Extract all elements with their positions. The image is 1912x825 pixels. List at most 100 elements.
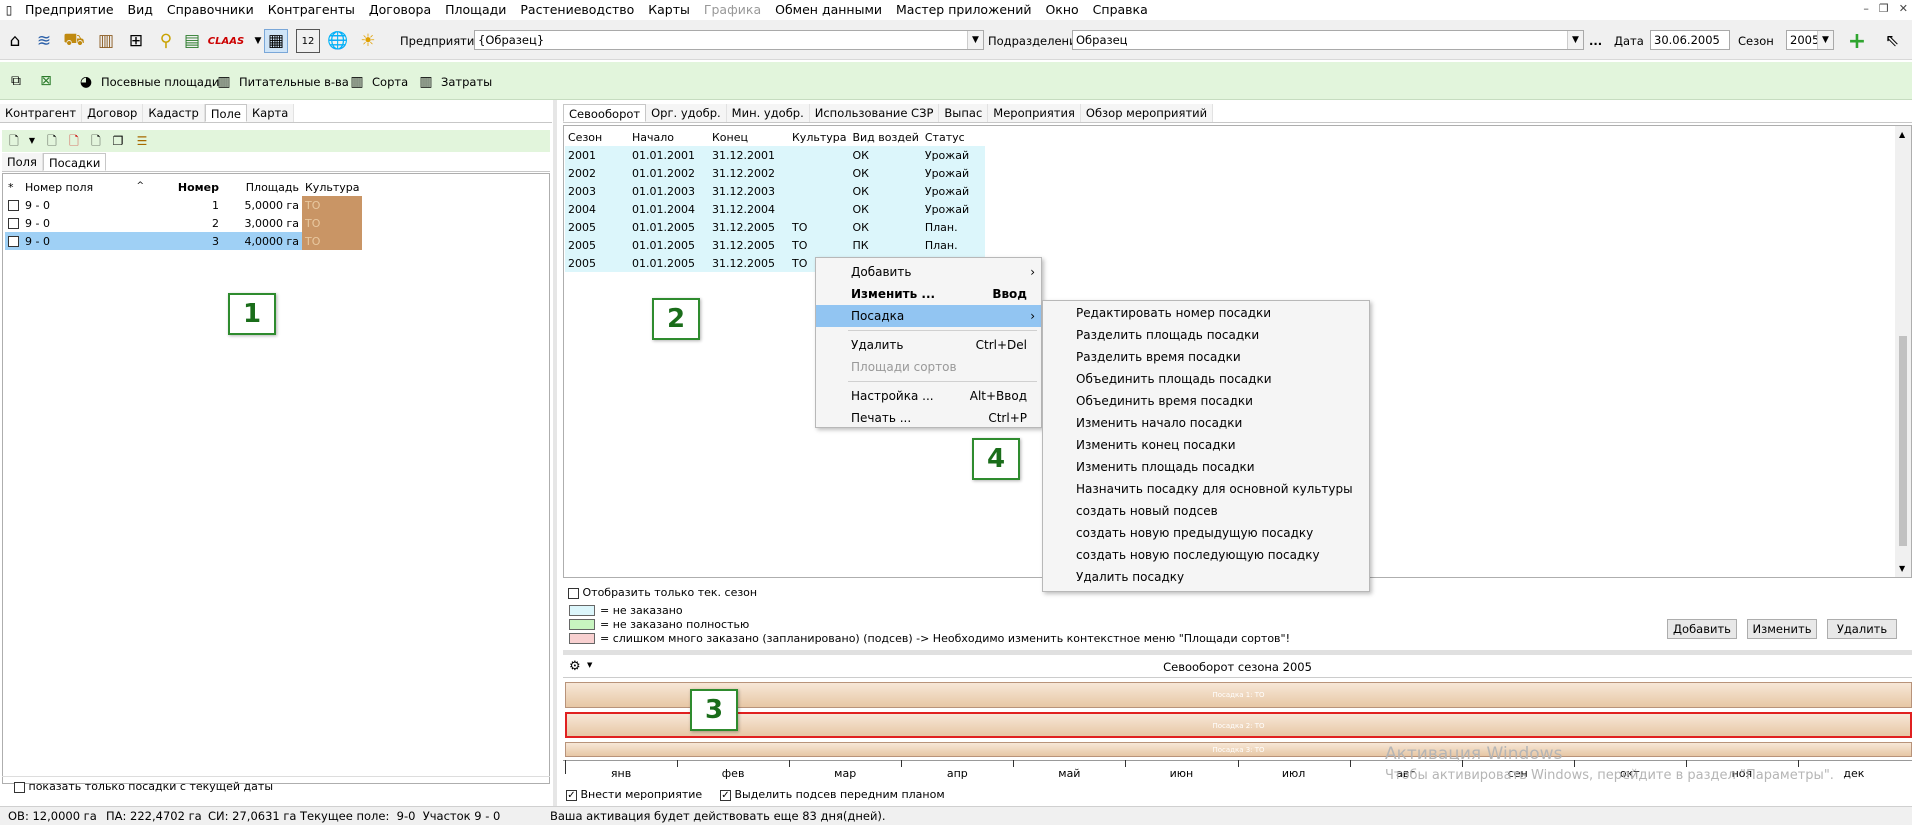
menu-contracts[interactable]: Договора [362, 0, 438, 20]
weather-icon[interactable]: ☀ [356, 29, 380, 53]
menu-window[interactable]: Окно [1038, 0, 1085, 20]
chevron-down-icon[interactable]: ▼ [1567, 31, 1583, 49]
menu-maps[interactable]: Карты [641, 0, 697, 20]
submenu-change-area[interactable]: Изменить площадь посадки [1043, 456, 1369, 478]
submenu-split-area[interactable]: Разделить площадь посадки [1043, 324, 1369, 346]
copy-document-icon[interactable]: 🗋 [44, 133, 60, 149]
tab-contract[interactable]: Договор [82, 104, 144, 122]
close-icon[interactable]: ✕ [1899, 2, 1908, 15]
brand-logo-icon[interactable]: CLAAS [208, 29, 244, 53]
plus-icon[interactable]: + [1845, 29, 1869, 54]
submenu-assign-main-crop[interactable]: Назначить посадку для основной культуры [1043, 478, 1369, 500]
menu-app-wizard[interactable]: Мастер приложений [889, 0, 1038, 20]
highlight-undersowing-checkbox[interactable]: Выделить подсев передним планом [720, 788, 945, 801]
submenu-delete-planting[interactable]: Удалить посадку [1043, 566, 1369, 588]
menu-crop-growing[interactable]: Растениеводство [513, 0, 641, 20]
silo-icon[interactable]: ▥ [94, 29, 118, 53]
column-header-number[interactable]: Номер [147, 178, 222, 196]
submenu-new-next[interactable]: создать новую последующую посадку [1043, 544, 1369, 566]
sown-areas-button[interactable]: ◕ Посевные площади [76, 70, 220, 94]
menu-view[interactable]: Вид [121, 0, 160, 20]
column-header-end[interactable]: Конец [709, 128, 789, 146]
add-button[interactable]: Добавить [1667, 619, 1737, 639]
timeline-bar-planting-3[interactable]: Посадка 3: ТО [565, 742, 1912, 757]
nutrients-button[interactable]: ▥ Питательные в-ва [214, 70, 348, 94]
row-checkbox[interactable] [5, 232, 22, 250]
layers-icon[interactable]: ≋ [32, 29, 56, 53]
column-header-impact-type[interactable]: Вид воздей [849, 128, 921, 146]
row-checkbox[interactable] [5, 196, 22, 214]
subtab-fields[interactable]: Поля [2, 153, 43, 171]
menu-areas[interactable]: Площади [438, 0, 513, 20]
wheat-icon[interactable]: ⚲ [154, 29, 178, 53]
row-checkbox[interactable] [5, 214, 22, 232]
window-tile-icon[interactable]: ⧉ [4, 69, 28, 93]
table-row[interactable]: 2004 01.01.2004 31.12.2004 ОК Урожай [565, 200, 985, 218]
submenu-merge-time[interactable]: Объединить время посадки [1043, 390, 1369, 412]
more-button[interactable]: ... [1589, 33, 1602, 49]
tractor-icon[interactable]: ⛟ [62, 29, 86, 53]
table-row[interactable]: 2002 01.01.2002 31.12.2002 ОК Урожай [565, 164, 985, 182]
edit-document-icon[interactable]: 🗋 [88, 133, 104, 149]
enterprise-select[interactable]: {Образец} ▼ [474, 30, 984, 50]
excel-icon[interactable]: ⊠ [34, 69, 58, 93]
tab-mineral-fertilizer[interactable]: Мин. удобр. [726, 104, 810, 122]
column-header-field-number[interactable]: Номер поля ^ [22, 178, 147, 196]
vertical-scrollbar[interactable]: ▲ ▼ [1895, 126, 1911, 577]
costs-button[interactable]: ▥ Затраты [416, 70, 492, 94]
menu-graphics[interactable]: Графика [697, 0, 768, 20]
menu-help[interactable]: Справка [1086, 0, 1155, 20]
menu-data-exchange[interactable]: Обмен данными [768, 0, 889, 20]
column-header-area[interactable]: Площадь [222, 178, 302, 196]
tab-field[interactable]: Поле [204, 104, 247, 122]
subtab-plantings[interactable]: Посадки [42, 153, 107, 171]
column-header-start[interactable]: Начало [629, 128, 709, 146]
new-document-icon[interactable]: 🗋 [6, 133, 22, 149]
chevron-down-icon[interactable]: ▼ [967, 31, 983, 49]
help-pointer-icon[interactable]: ⇖ [1880, 29, 1904, 53]
calendar-icon[interactable]: 12 [296, 29, 320, 53]
machine-icon[interactable]: ⊞ [124, 29, 148, 53]
only-current-season-checkbox[interactable]: Отобразить только тек. сезон [568, 586, 757, 599]
menu-item-print[interactable]: Печать ... Ctrl+P [816, 407, 1041, 429]
delete-button[interactable]: Удалить [1827, 619, 1897, 639]
menu-contractors[interactable]: Контрагенты [261, 0, 362, 20]
menu-enterprise[interactable]: Предприятие [18, 0, 121, 20]
tab-grazing[interactable]: Выпас [939, 104, 989, 122]
tree-list-icon[interactable]: ☰ [134, 133, 150, 149]
table-row-selected[interactable]: 9 - 0 3 4,0000 га ТО [5, 232, 363, 250]
division-select[interactable]: Образец ▼ [1072, 30, 1584, 50]
edit-button[interactable]: Изменить [1747, 619, 1817, 639]
tab-map[interactable]: Карта [246, 104, 295, 122]
add-activity-checkbox[interactable]: Внести мероприятие [566, 788, 702, 801]
splitter[interactable] [553, 100, 557, 806]
tab-crop-rotation[interactable]: Севооборот [563, 104, 647, 122]
menu-item-variety-areas[interactable]: Площади сортов [816, 356, 1041, 378]
column-header-star[interactable]: * [5, 178, 22, 196]
book-icon[interactable]: ▦ [264, 29, 288, 53]
menu-item-edit[interactable]: Изменить ... Ввод [816, 283, 1041, 305]
menu-references[interactable]: Справочники [160, 0, 261, 20]
tab-cadastre[interactable]: Кадастр [143, 104, 205, 122]
tab-activities-overview[interactable]: Обзор мероприятий [1080, 104, 1214, 122]
tab-activities[interactable]: Мероприятия [988, 104, 1081, 122]
chart-icon[interactable]: ▤ [180, 29, 204, 53]
varieties-button[interactable]: ▥ Сорта [347, 70, 408, 94]
column-header-crop[interactable]: Культура [789, 128, 849, 146]
menu-item-planting[interactable]: Посадка › [816, 305, 1041, 327]
tab-pesticide-use[interactable]: Использование СЗР [809, 104, 940, 122]
submenu-new-previous[interactable]: создать новую предыдущую посадку [1043, 522, 1369, 544]
table-row[interactable]: 2005 01.01.2005 31.12.2005 ТО ПК План. [565, 236, 985, 254]
restore-icon[interactable]: ❐ [1879, 2, 1889, 15]
table-row[interactable]: 9 - 0 1 5,0000 га ТО [5, 196, 363, 214]
season-select[interactable]: 2005 ▼ [1786, 30, 1834, 50]
window-icon[interactable]: ❐ [110, 133, 126, 149]
tab-organic-fertilizer[interactable]: Орг. удобр. [646, 104, 727, 122]
scroll-down-icon[interactable]: ▼ [1899, 564, 1905, 573]
globe-icon[interactable]: 🌐 [326, 29, 350, 53]
submenu-new-undersowing[interactable]: создать новый подсев [1043, 500, 1369, 522]
column-header-season[interactable]: Сезон [565, 128, 629, 146]
submenu-change-end[interactable]: Изменить конец посадки [1043, 434, 1369, 456]
menu-item-delete[interactable]: Удалить Ctrl+Del [816, 334, 1041, 356]
table-row[interactable]: 9 - 0 2 3,0000 га ТО [5, 214, 363, 232]
